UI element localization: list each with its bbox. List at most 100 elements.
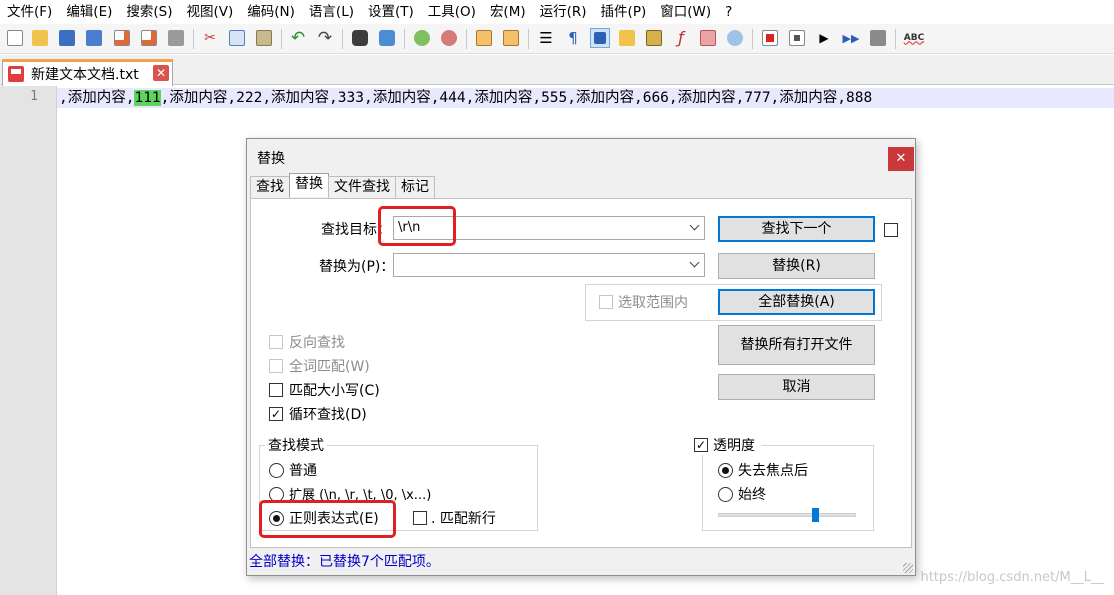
tab-find[interactable]: 查找 (250, 176, 290, 198)
print-icon[interactable] (166, 28, 186, 48)
menu-item-11[interactable]: 窗口(W) (653, 0, 718, 24)
search-mode-title: 查找模式 (265, 435, 327, 455)
mode-normal-radio[interactable] (269, 463, 284, 478)
macro-save-icon[interactable] (868, 28, 888, 48)
line-number: 1 (30, 89, 38, 104)
resize-grip-icon[interactable] (903, 563, 913, 573)
replace-with-combo[interactable] (393, 253, 705, 277)
sync-vertical-icon[interactable] (474, 28, 494, 48)
redo-icon[interactable]: ↷ (315, 28, 335, 48)
transparency-checkbox[interactable]: ✓ (694, 438, 708, 452)
dialog-close-button[interactable]: ✕ (888, 147, 914, 171)
mode-normal-label: 普通 (289, 463, 317, 479)
folder-workspace-icon[interactable]: ƒ (671, 28, 691, 48)
menu-item-9[interactable]: 运行(R) (533, 0, 594, 24)
sync-horizontal-icon[interactable] (501, 28, 521, 48)
document-tab[interactable]: 新建文本文档.txt ✕ (2, 59, 173, 86)
document-tab-bar: 新建文本文档.txt ✕ (0, 55, 1114, 86)
find-next-button[interactable]: 查找下一个 (718, 216, 875, 242)
find-icon[interactable] (350, 28, 370, 48)
close-all-icon[interactable] (139, 28, 159, 48)
menu-item-8[interactable]: 宏(M) (483, 0, 533, 24)
backward-label: 反向查找 (289, 335, 345, 351)
transparency-label: 透明度 (713, 438, 755, 454)
copy-icon[interactable] (227, 28, 247, 48)
save-icon[interactable] (57, 28, 77, 48)
on-lose-focus-radio[interactable] (718, 463, 733, 478)
word-wrap-icon[interactable]: ☰ (536, 28, 556, 48)
menu-item-10[interactable]: 插件(P) (594, 0, 654, 24)
spell-check-icon[interactable]: ABC (902, 28, 926, 48)
replace-dialog: 替换 ✕ 查找 替换 文件查找 标记 查找目标： \r\n 替换为(P)： 查找… (246, 138, 916, 576)
wrap-around-label: 循环查找(D) (289, 407, 367, 423)
whole-word-checkbox[interactable] (269, 359, 283, 373)
cut-icon[interactable]: ✂ (200, 28, 220, 48)
replace-all-open-docs-button[interactable]: 替换所有打开文件 (718, 325, 875, 365)
document-tab-title: 新建文本文档.txt (31, 67, 139, 83)
dialog-tab-strip: 查找 替换 文件查找 标记 (250, 173, 435, 198)
eye-icon[interactable] (725, 28, 745, 48)
cancel-button[interactable]: 取消 (718, 374, 875, 400)
indent-guide-icon[interactable] (590, 28, 610, 48)
zoom-out-icon[interactable] (439, 28, 459, 48)
menu-item-1[interactable]: 编辑(E) (59, 0, 119, 24)
editor-line-1: ,添加内容,111,添加内容,222,添加内容,333,添加内容,444,添加内… (59, 88, 872, 108)
menu-bar: 文件(F) 编辑(E) 搜索(S) 视图(V) 编码(N) 语言(L) 设置(T) 工具(O)… (0, 0, 1114, 24)
replace-icon[interactable] (377, 28, 397, 48)
menu-item-2[interactable]: 搜索(S) (119, 0, 179, 24)
macro-record-icon[interactable] (760, 28, 780, 48)
tab-replace[interactable]: 替换 (289, 173, 329, 197)
transparency-slider-thumb[interactable] (812, 508, 819, 522)
wrap-around-checkbox[interactable]: ✓ (269, 407, 283, 421)
monitoring-icon[interactable] (698, 28, 718, 48)
annotation-box-regex (259, 500, 396, 538)
zoom-in-icon[interactable] (412, 28, 432, 48)
document-map-icon[interactable] (617, 28, 637, 48)
replace-all-button[interactable]: 全部替换(A) (718, 289, 875, 315)
unsaved-document-icon (8, 66, 24, 82)
menu-item-4[interactable]: 编码(N) (240, 0, 302, 24)
in-selection-checkbox[interactable] (599, 295, 613, 309)
new-file-icon[interactable] (5, 28, 25, 48)
transparency-slider[interactable] (718, 508, 856, 522)
menu-item-6[interactable]: 设置(T) (361, 0, 421, 24)
close-icon[interactable] (112, 28, 132, 48)
function-list-icon[interactable] (644, 28, 664, 48)
always-radio[interactable] (718, 487, 733, 502)
tab-mark[interactable]: 标记 (395, 176, 435, 198)
backward-checkbox[interactable] (269, 335, 283, 349)
replace-with-label: 替换为(P)： (319, 259, 395, 275)
search-match-highlight: 111 (134, 90, 161, 106)
match-case-checkbox[interactable] (269, 383, 283, 397)
save-all-icon[interactable] (84, 28, 104, 48)
line-text-after: ,添加内容,222,添加内容,333,添加内容,444,添加内容,555,添加内… (160, 90, 873, 106)
match-case-label: 匹配大小写(C) (289, 383, 380, 399)
undo-icon[interactable]: ↶ (288, 28, 308, 48)
toolbar: ✂ ↶ ↷ ☰ ¶ ƒ ▶ ▶▶ ABC (0, 24, 1114, 54)
chevron-down-icon[interactable] (689, 220, 700, 231)
replace-button[interactable]: 替换(R) (718, 253, 875, 279)
close-tab-icon[interactable]: ✕ (153, 65, 169, 81)
line-text-before: ,添加内容, (59, 90, 135, 106)
macro-stop-icon[interactable] (787, 28, 807, 48)
extra-option-checkbox[interactable] (884, 223, 898, 237)
menu-item-7[interactable]: 工具(O) (421, 0, 483, 24)
show-all-chars-icon[interactable]: ¶ (563, 28, 583, 48)
dialog-title: 替换 (257, 151, 285, 167)
paste-icon[interactable] (254, 28, 274, 48)
menu-item-12[interactable]: ? (718, 0, 739, 24)
transparency-title-area: ✓ 透明度 (691, 435, 761, 455)
menu-item-3[interactable]: 视图(V) (180, 0, 241, 24)
dot-newline-checkbox[interactable] (413, 511, 427, 525)
tab-find-in-files[interactable]: 文件查找 (328, 176, 396, 198)
macro-play-icon[interactable]: ▶ (814, 28, 834, 48)
in-selection-label: 选取范围内 (618, 295, 688, 311)
open-file-icon[interactable] (30, 28, 50, 48)
menu-item-0[interactable]: 文件(F) (0, 0, 59, 24)
macro-run-multiple-icon[interactable]: ▶▶ (841, 28, 861, 48)
replace-tab-panel: 查找目标： \r\n 替换为(P)： 查找下一个 替换(R) 选取范围内 全部替… (250, 198, 912, 548)
chevron-down-icon[interactable] (689, 257, 700, 268)
whole-word-label: 全词匹配(W) (289, 359, 370, 375)
dot-newline-label: . 匹配新行 (431, 511, 496, 527)
menu-item-5[interactable]: 语言(L) (302, 0, 361, 24)
